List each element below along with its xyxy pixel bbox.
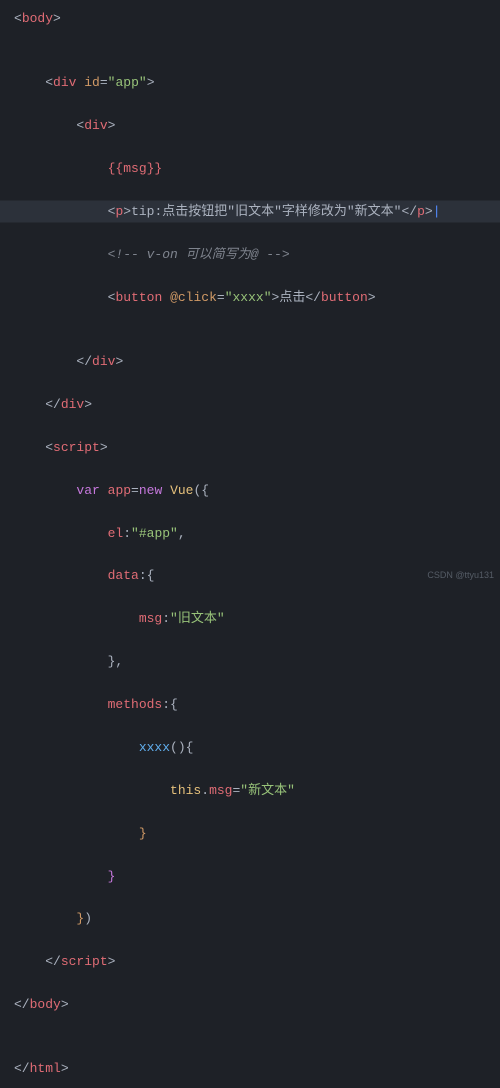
code-editor: <body> <div id="app"> <div> {{msg}} <p>t… (0, 0, 500, 1088)
tag-body: body (22, 11, 53, 26)
comment-von: <!-- v-on 可以简写为@ --> (108, 247, 290, 262)
tag-script: script (53, 440, 100, 455)
tip-text: tip:点击按钮把"旧文本"字样修改为"新文本" (131, 204, 401, 219)
tag-html: html (30, 1061, 61, 1076)
watermark: CSDN @ttyu131 (427, 568, 494, 583)
tag-div-inner: div (84, 118, 107, 133)
button-label: 点击 (279, 290, 305, 305)
msg-old: "旧文本" (170, 611, 225, 626)
msg-new: "新文本" (240, 783, 295, 798)
tag-div-app: div (53, 75, 76, 90)
method-xxxx: xxxx (139, 740, 170, 755)
mustache-msg: {{msg}} (108, 161, 163, 176)
vue-class: Vue (170, 483, 193, 498)
